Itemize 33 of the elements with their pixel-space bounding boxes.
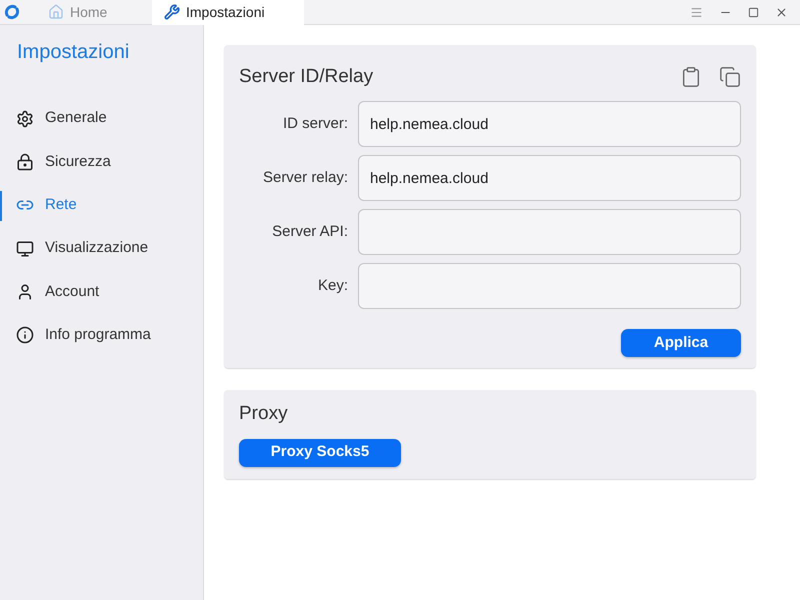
gear-icon bbox=[16, 110, 34, 128]
house-icon bbox=[48, 4, 64, 20]
clipboard-icon[interactable] bbox=[680, 66, 702, 88]
proxy-button[interactable]: Proxy Socks5 bbox=[239, 438, 401, 466]
sidebar-item[interactable]: Account bbox=[16, 280, 100, 304]
field-label: Key: bbox=[316, 276, 349, 296]
field-label: ID server: bbox=[282, 114, 349, 134]
sidebar-title: Impostazioni bbox=[17, 40, 130, 65]
info-icon bbox=[16, 326, 34, 344]
app-logo-icon bbox=[4, 4, 20, 20]
field-label: Server relay: bbox=[262, 168, 349, 188]
sidebar-item[interactable]: Generale bbox=[16, 107, 107, 130]
input-field[interactable] bbox=[358, 209, 741, 255]
sidebar-item[interactable]: Sicurezza bbox=[16, 150, 111, 174]
sidebar-item[interactable]: Visualizzazione bbox=[16, 237, 148, 260]
copy-icon[interactable] bbox=[719, 66, 741, 88]
card-title: Server ID/Relay bbox=[239, 64, 374, 89]
monitor-icon bbox=[16, 240, 34, 258]
wrench-icon bbox=[164, 4, 180, 20]
input-field[interactable]: help.nemea.cloud bbox=[358, 155, 741, 201]
lock-icon bbox=[16, 152, 34, 171]
apply-button[interactable]: Applica bbox=[621, 329, 741, 357]
input-field[interactable] bbox=[358, 263, 741, 309]
maximize-icon[interactable] bbox=[748, 6, 759, 18]
menu-icon[interactable] bbox=[690, 6, 703, 18]
person-icon bbox=[16, 282, 34, 301]
sidebar-item[interactable]: Rete bbox=[16, 194, 77, 216]
tab[interactable]: Impostazioni bbox=[152, 0, 304, 24]
input-field[interactable]: help.nemea.cloud bbox=[358, 101, 741, 147]
sidebar-item[interactable]: Info programma bbox=[16, 324, 151, 346]
field-label: Server API: bbox=[271, 222, 349, 242]
card-title: Proxy bbox=[239, 402, 288, 426]
close-icon[interactable] bbox=[775, 6, 788, 18]
